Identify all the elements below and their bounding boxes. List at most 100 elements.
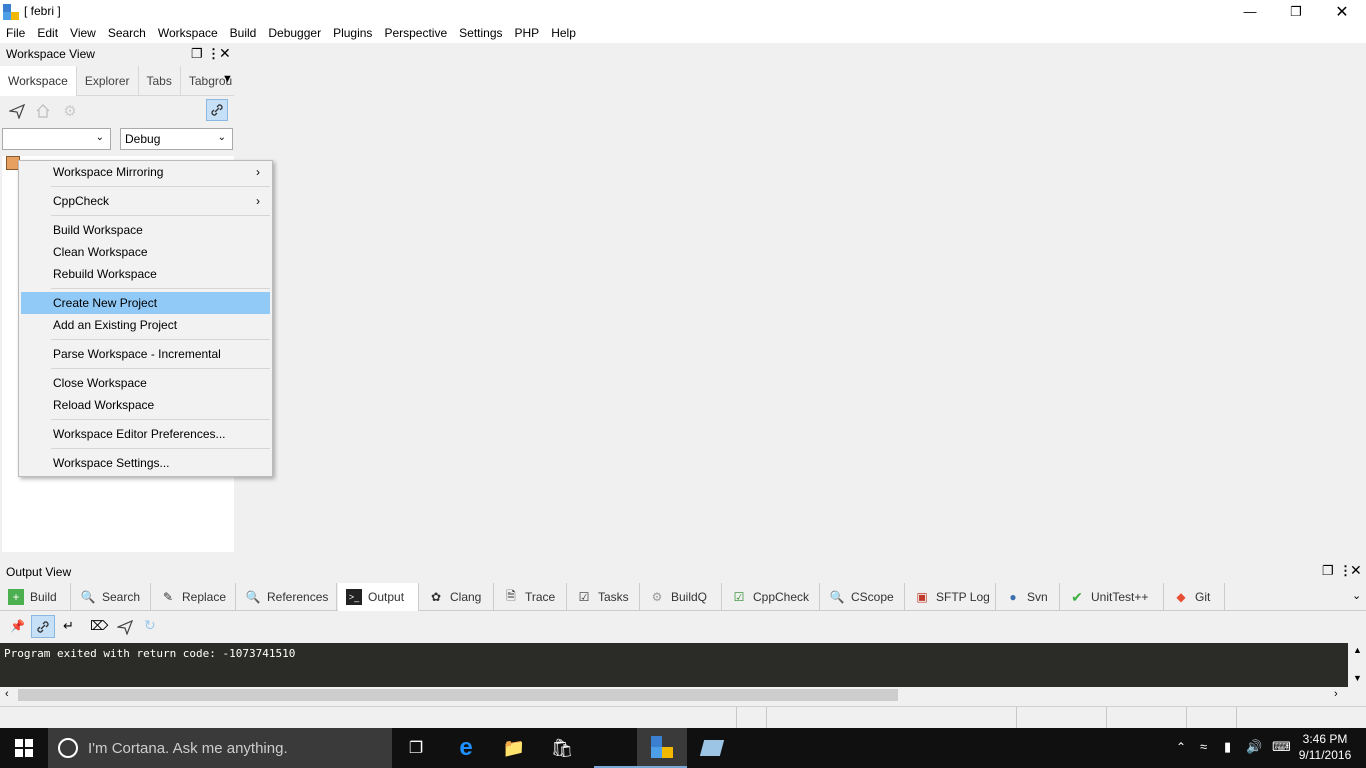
word-wrap-icon[interactable]: ↵ (63, 618, 74, 634)
tab-tabs[interactable]: Tabs (139, 66, 181, 96)
close-icon: ✕ (1335, 3, 1349, 21)
taskbar-app-blank[interactable] (594, 728, 642, 768)
menu-file[interactable]: File (0, 26, 31, 40)
menu-item-workspace-settings[interactable]: Workspace Settings... (21, 452, 270, 474)
chevron-down-icon: ⌄ (217, 132, 226, 143)
tab-cppcheck[interactable]: ☑ CppCheck (723, 583, 820, 611)
store-button[interactable]: 🛍 (538, 728, 586, 768)
vertical-scrollbar[interactable]: ▲ ▼ (1348, 643, 1366, 687)
task-view-button[interactable]: ❐ (392, 728, 440, 768)
menu-plugins[interactable]: Plugins (327, 26, 378, 40)
output-tabs: + Build 🔍 Search ✎ Replace 🔍 References >_ Ou… (0, 583, 1366, 611)
tab-git[interactable]: ◆ Git (1165, 583, 1225, 611)
tab-unittest[interactable]: ✔ UnitTest++ (1061, 583, 1164, 611)
folder-icon: 📁 (502, 737, 526, 758)
volume-icon[interactable]: 🔊 (1246, 739, 1262, 755)
tab-search[interactable]: 🔍 Search (72, 583, 151, 611)
cortana-search-box[interactable]: I'm Cortana. Ask me anything. (48, 728, 392, 768)
build-config-combo[interactable]: Debug ⌄ (120, 128, 233, 150)
battery-icon[interactable]: ▮ (1224, 739, 1231, 755)
tab-clang[interactable]: ✿ Clang (420, 583, 494, 611)
restore-button[interactable]: ❐ (1273, 0, 1319, 23)
tab-output[interactable]: >_ Output (338, 583, 419, 611)
scroll-right-icon[interactable]: › (1334, 688, 1338, 700)
tab-label: CScope (851, 590, 894, 604)
pencil-icon: ✎ (162, 590, 174, 604)
keyboard-icon[interactable]: ⌨ (1272, 739, 1291, 755)
chevron-down-icon: ⌄ (95, 132, 104, 143)
send-icon[interactable] (6, 100, 28, 122)
menu-item-create-new-project[interactable]: Create New Project (21, 292, 270, 314)
tab-build[interactable]: + Build (0, 583, 71, 611)
chevron-down-icon[interactable]: ⌄ (1352, 589, 1361, 602)
pin-icon[interactable]: 📌 (10, 619, 25, 633)
tab-trace[interactable]: 🗎 Trace (495, 583, 567, 611)
minimize-button[interactable]: — (1227, 0, 1273, 23)
link-editor-button[interactable] (206, 99, 228, 121)
close-button[interactable]: ✕ (1319, 0, 1365, 23)
gear-icon[interactable]: ⚙ (59, 100, 81, 122)
menu-settings[interactable]: Settings (453, 26, 508, 40)
tab-label: Output (368, 590, 405, 604)
menu-perspective[interactable]: Perspective (378, 26, 453, 40)
clear-icon[interactable]: ⌦ (90, 618, 108, 634)
tab-cscope[interactable]: 🔍 CScope (821, 583, 905, 611)
home-icon[interactable] (32, 100, 54, 122)
configuration-combo[interactable]: ⌄ (2, 128, 111, 150)
menu-item-parse-workspace[interactable]: Parse Workspace - Incremental (21, 343, 270, 365)
store-icon: 🛍 (550, 737, 574, 758)
close-panel-icon[interactable]: ✕ (219, 45, 231, 62)
menu-php[interactable]: PHP (509, 26, 546, 40)
tab-sftp-log[interactable]: ▣ SFTP Log (906, 583, 996, 611)
menu-item-cppcheck[interactable]: CppCheck › (21, 190, 270, 212)
menu-help[interactable]: Help (545, 26, 582, 40)
tab-workspace[interactable]: Workspace (0, 66, 77, 96)
menu-item-build-workspace[interactable]: Build Workspace (21, 219, 270, 241)
chevron-down-icon[interactable]: ▼ (222, 73, 233, 85)
menu-item-close-workspace[interactable]: Close Workspace (21, 372, 270, 394)
output-console[interactable]: Program exited with return code: -107374… (0, 643, 1348, 687)
scrollbar-thumb[interactable] (18, 689, 898, 701)
chevron-right-icon: › (256, 165, 260, 179)
close-panel-icon[interactable]: ✕ (1350, 562, 1362, 579)
codelite-taskbar-button[interactable] (637, 728, 687, 768)
cortana-icon (58, 738, 78, 758)
refresh-icon[interactable]: ↻ (144, 617, 156, 634)
menu-item-reload-workspace[interactable]: Reload Workspace (21, 394, 270, 416)
menu-debugger[interactable]: Debugger (262, 26, 327, 40)
menu-edit[interactable]: Edit (31, 26, 64, 40)
menu-item-add-existing-project[interactable]: Add an Existing Project (21, 314, 270, 336)
menu-search[interactable]: Search (102, 26, 152, 40)
clock[interactable]: 3:46 PM 9/11/2016 (1296, 731, 1354, 763)
file-explorer-button[interactable]: 📁 (490, 728, 538, 768)
float-icon[interactable]: ❐ (191, 46, 203, 62)
link-button[interactable] (31, 615, 55, 638)
tab-references[interactable]: 🔍 References (237, 583, 337, 611)
status-divider (1106, 707, 1107, 729)
float-icon[interactable]: ❐ (1322, 563, 1334, 579)
chevron-up-icon[interactable]: ⌃ (1176, 740, 1186, 754)
start-button[interactable] (0, 728, 48, 768)
menu-view[interactable]: View (64, 26, 102, 40)
edge-button[interactable]: e (442, 728, 490, 768)
scroll-down-icon[interactable]: ▼ (1353, 673, 1362, 683)
menu-item-workspace-mirroring[interactable]: Workspace Mirroring › (21, 161, 270, 183)
tab-label: Clang (450, 590, 482, 604)
separator (51, 419, 270, 420)
tab-explorer[interactable]: Explorer (77, 66, 139, 96)
git-icon: ◆ (1176, 590, 1186, 604)
menu-item-rebuild-workspace[interactable]: Rebuild Workspace (21, 263, 270, 285)
tab-replace[interactable]: ✎ Replace (152, 583, 236, 611)
scroll-up-icon[interactable]: ▲ (1353, 645, 1362, 655)
scroll-left-icon[interactable]: ‹ (5, 688, 9, 700)
taskbar-app-editor[interactable] (688, 728, 736, 768)
menu-item-editor-preferences[interactable]: Workspace Editor Preferences... (21, 423, 270, 445)
send-icon[interactable] (117, 619, 133, 635)
menu-workspace[interactable]: Workspace (152, 26, 224, 40)
menu-item-clean-workspace[interactable]: Clean Workspace (21, 241, 270, 263)
tab-svn[interactable]: ● Svn (997, 583, 1060, 611)
tab-tasks[interactable]: ☑ Tasks (568, 583, 640, 611)
network-icon[interactable]: ≈ (1200, 739, 1207, 754)
tab-buildq[interactable]: ⚙ BuildQ (641, 583, 722, 611)
menu-build[interactable]: Build (224, 26, 263, 40)
